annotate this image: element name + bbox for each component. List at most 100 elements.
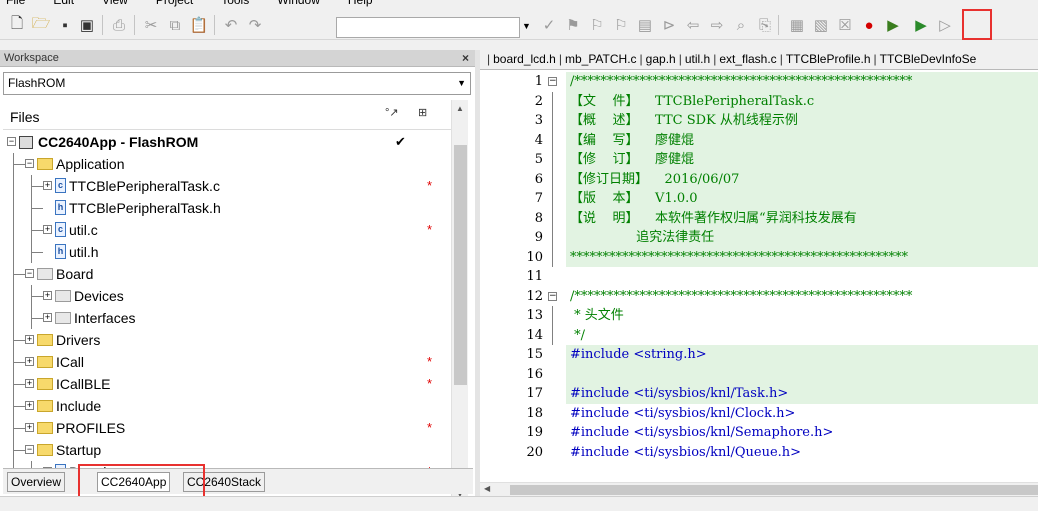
open-folder-icon[interactable]: 🗁 [30,14,52,36]
configuration-select[interactable]: FlashROM ▼ [3,72,471,95]
tree-item[interactable]: h util.h [3,241,451,263]
tree-item[interactable]: + c util.c * [3,219,451,241]
editor-tab[interactable]: TTCBleProfile.h [786,52,871,66]
collapse-icon[interactable]: − [7,137,16,146]
tree-guide [13,329,14,351]
scroll-left-icon[interactable]: ◀ [484,484,490,493]
save-all-icon[interactable]: ▣ [76,14,98,36]
tree-item[interactable]: + ICall * [3,351,451,373]
editor-tab[interactable]: mb_PATCH.c [565,52,637,66]
download-and-debug-icon[interactable]: ▶ [882,14,904,36]
rebuild-all-icon[interactable]: ☒ [834,14,856,36]
expand-icon[interactable]: + [25,401,34,410]
tree-guide [31,241,32,263]
editor-tab[interactable]: gap.h [646,52,676,66]
tree-item[interactable]: − Startup [3,439,451,461]
menu-item[interactable]: Tools [221,0,249,7]
expand-icon[interactable]: + [43,225,52,234]
expand-icon[interactable]: + [43,181,52,190]
new-file-icon[interactable]: 🗋 [6,14,28,36]
expand-icon[interactable]: + [43,291,52,300]
folder-icon [37,356,53,368]
code-lines[interactable]: 1−/*************************************… [480,72,1038,462]
editor-horizontal-scrollbar[interactable]: ◀ [480,482,1038,496]
code-editor: | board_lcd.h | mb_PATCH.c | gap.h | util.h | ext… [480,50,1038,496]
tree-item[interactable]: + Include [3,395,451,417]
collapse-icon[interactable]: − [25,159,34,168]
editor-tab[interactable]: TTCBleDevInfoSe [880,52,977,66]
tree-item[interactable]: h TTCBlePeripheralTask.h [3,197,451,219]
menu-item[interactable]: File [6,0,25,7]
find-combo[interactable] [336,17,520,38]
find-icon[interactable]: ⇨ [706,14,728,36]
redo-icon[interactable]: ↷ [244,14,266,36]
toggle-view-icon[interactable]: ▤ [634,14,656,36]
menu-item[interactable]: Help [348,0,373,7]
chevron-down-icon[interactable]: ▼ [457,78,466,88]
code-line: 20 #include <ti/sysbios/knl/Queue.h> [480,443,1038,463]
menu-item[interactable]: Project [156,0,193,7]
tree-item[interactable]: + c TTCBlePeripheralTask.c * [3,175,451,197]
tree-item[interactable]: − Application [3,153,451,175]
undo-icon[interactable]: ↶ [220,14,242,36]
bookmark-icon[interactable]: ⚑ [562,14,584,36]
debug-without-download-icon[interactable]: ▷ [934,14,956,36]
chevron-down-icon[interactable]: ▼ [522,21,531,31]
tree-guide [13,175,14,197]
menu-item[interactable]: Window [277,0,320,7]
cut-icon[interactable]: ✂ [140,14,162,36]
check-icon[interactable]: ✓ [538,14,560,36]
tree-guide [31,230,43,231]
editor-tab[interactable]: ext_flash.c [719,52,776,66]
collapse-icon[interactable]: − [25,269,34,278]
expand-icon[interactable]: + [25,379,34,388]
tree-guide [31,252,43,253]
fold-guide [552,306,553,326]
navigate-forward-icon[interactable]: ⇦ [682,14,704,36]
scrollbar-thumb[interactable] [454,145,467,385]
tree-item-label: util.c [69,222,98,238]
expand-icon[interactable]: + [25,335,34,344]
line-number: 16 [526,366,543,382]
scroll-up-icon[interactable]: ▲ [456,104,464,113]
download-and-debug-icon-2[interactable]: ▶ [910,14,932,36]
code-text: 【文 件】 TTCBlePeripheralTask.c [570,93,815,109]
make-icon[interactable]: ▦ [786,14,808,36]
copy-icon[interactable]: ⧉ [164,14,186,36]
expand-icon[interactable]: + [43,313,52,322]
menu-item[interactable]: View [102,0,128,7]
find-in-files-icon[interactable]: ⌕ [730,14,752,36]
line-number: 3 [534,113,543,128]
tree-item[interactable]: + Interfaces [3,307,451,329]
tree-item[interactable]: + Drivers [3,329,451,351]
tree-item[interactable]: + PROFILES * [3,417,451,439]
tree-item[interactable]: − Board [3,263,451,285]
fold-toggle-icon[interactable]: − [548,291,557,301]
expand-icon[interactable]: + [25,423,34,432]
tree-item[interactable]: + Devices [3,285,451,307]
rebuild-icon[interactable]: ▧ [810,14,832,36]
tab-overview[interactable]: Overview [7,472,66,492]
bookmark-prev-icon[interactable]: ⚐ [610,14,632,36]
tree-item-label: ICallBLE [56,376,111,392]
tree-item[interactable]: − CC2640App - FlashROM ✔ [3,131,451,153]
compile-icon[interactable]: ⎘ [754,14,776,36]
collapse-icon[interactable]: − [25,445,34,454]
paste-icon[interactable]: 📋 [188,14,210,36]
expand-icon[interactable]: + [25,357,34,366]
editor-tab[interactable]: util.h [685,52,710,66]
fold-toggle-icon[interactable]: − [548,77,557,86]
tree-item[interactable]: + ICallBLE * [3,373,451,395]
navigate-back-icon[interactable]: ⊳ [658,14,680,36]
tree-scrollbar[interactable]: ▲ ▼ [451,100,468,502]
close-icon[interactable]: × [462,50,469,66]
scrollbar-thumb[interactable] [510,485,1038,495]
breakpoint-icon[interactable]: ● [858,14,880,36]
modified-marker: * [427,354,433,369]
editor-tab[interactable]: board_lcd.h [493,52,556,66]
save-icon[interactable]: ▪ [54,14,76,36]
bookmark-next-icon[interactable]: ⚐ [586,14,608,36]
print-icon[interactable]: ⎙ [108,14,130,36]
files-header: Files °↗ ⊞ [3,100,451,130]
menu-item[interactable]: Edit [53,0,74,7]
